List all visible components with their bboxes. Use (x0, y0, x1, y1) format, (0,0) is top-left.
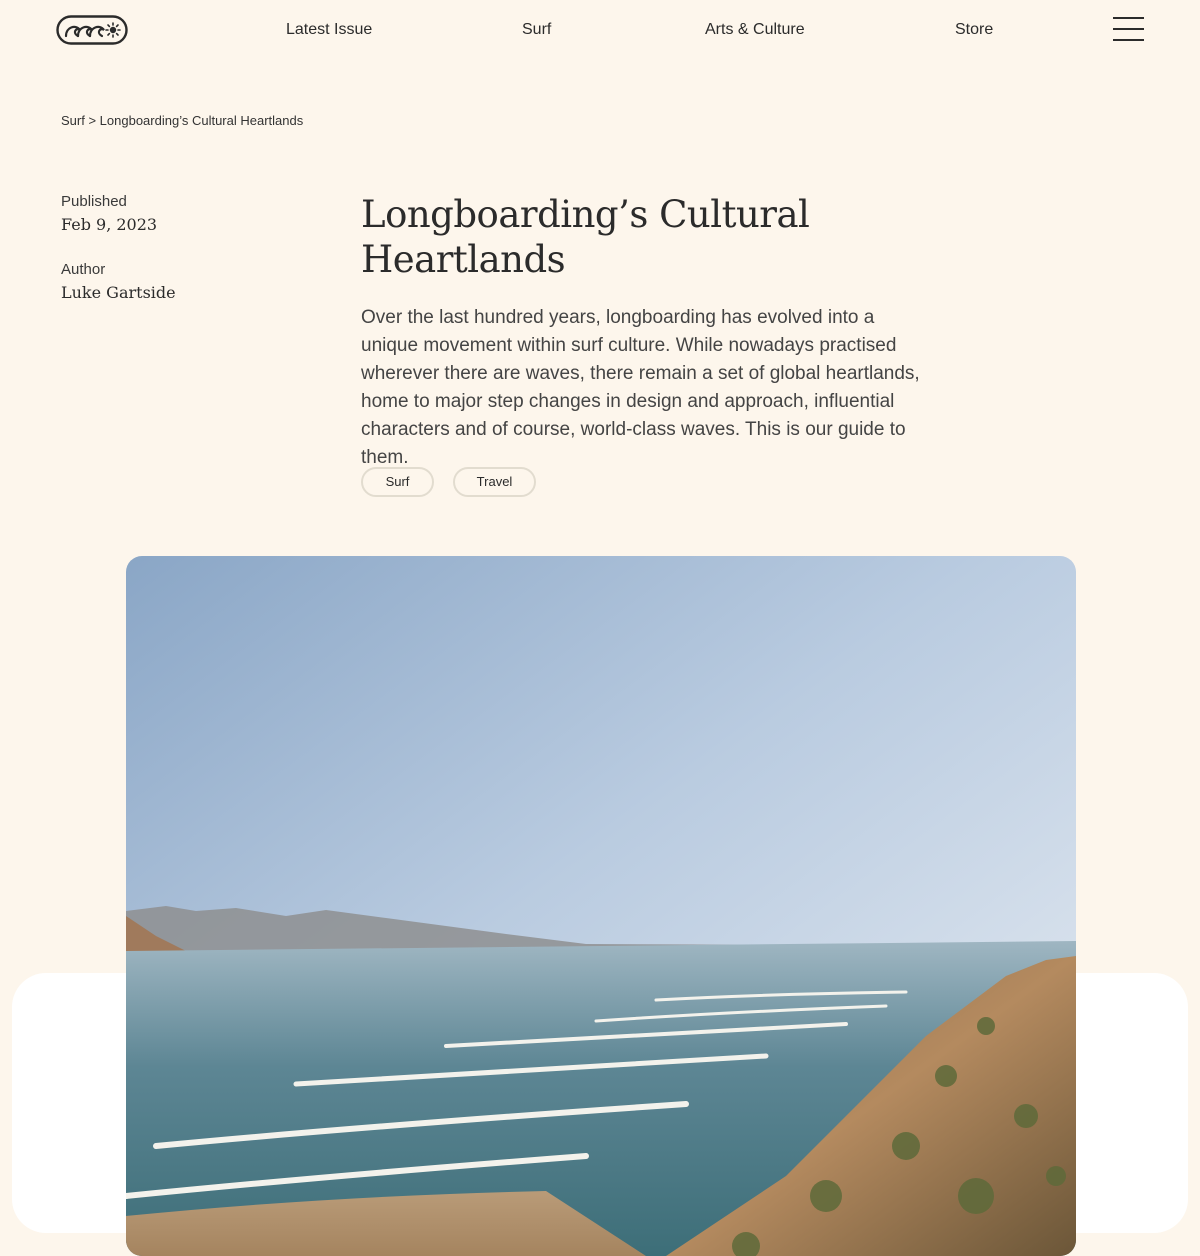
nav-surf[interactable]: Surf (522, 20, 551, 40)
breadcrumb-separator: > (84, 113, 100, 128)
published-label: Published (61, 193, 127, 210)
author-name[interactable]: Luke Gartside (61, 283, 176, 303)
site-header: Latest Issue Surf Arts & Culture Store (0, 0, 1200, 60)
breadcrumb-link-surf[interactable]: Surf (61, 113, 85, 128)
author-label: Author (61, 261, 106, 278)
nav-latest-issue[interactable]: Latest Issue (286, 20, 372, 40)
tag-travel[interactable]: Travel (453, 467, 536, 497)
article-intro: Over the last hundred years, longboardin… (361, 307, 920, 468)
article-title: Longboarding’s Cultural Heartlands (361, 193, 810, 281)
nav-store[interactable]: Store (955, 20, 993, 40)
breadcrumb-current: Longboarding’s Cultural Heartlands (99, 113, 304, 128)
hamburger-menu-icon[interactable] (1113, 17, 1145, 43)
hero-image (126, 556, 1076, 1256)
wave-sun-logo-icon[interactable] (56, 15, 128, 45)
nav-arts-culture[interactable]: Arts & Culture (705, 20, 805, 40)
published-date: Feb 9, 2023 (61, 215, 158, 234)
breadcrumb: Surf > Longboarding’s Cultural Heartland… (61, 113, 303, 129)
tag-surf[interactable]: Surf (361, 467, 434, 497)
